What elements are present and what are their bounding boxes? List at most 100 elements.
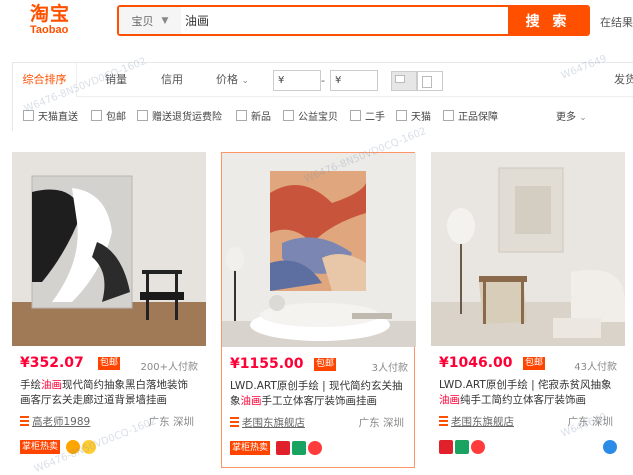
checkbox[interactable] [236,110,247,121]
sort-price-label: 价格 [216,73,238,86]
filter-genuine[interactable]: 正品保障 [443,108,498,123]
search-scope-label: 宝贝 [131,14,154,28]
product-image[interactable] [222,153,416,347]
title-keyword: 油画 [41,379,62,391]
price-line: ¥1155.00 包邮 3人付款 [230,356,410,374]
sort-row: 综合排序 销量 信用 价格 ⌄ ¥ - ¥ 发货 [13,63,633,97]
shop-location: 广东 深圳 [148,416,194,428]
product-card[interactable]: ¥352.07 包邮 200+人付款 手绘油画现代简约抽象黑白落地装饰画客厅玄关… [12,152,206,468]
price-max-input[interactable]: ¥ [330,70,378,91]
shop-location: 广东 深圳 [358,417,404,429]
checkbox[interactable] [283,110,294,121]
shop-name-link[interactable]: 老围东旗舰店 [242,415,305,430]
filter-label: 赠送退货运费险 [152,112,222,123]
customer-service-icon[interactable] [603,440,617,454]
filter-tmall-direct[interactable]: 天猫直送 [23,108,78,123]
sort-price-tab[interactable]: 价格 ⌄ [216,63,249,97]
artwork-room-image [12,152,206,346]
paid-count: 200+人付款 [140,362,198,373]
sort-comprehensive-tab[interactable]: 综合排序 [13,63,77,97]
product-price: ¥1046.00 [439,355,513,371]
filter-label: 天猫 [411,112,431,123]
free-shipping-badge: 包邮 [523,357,546,370]
grid-view-icon[interactable] [391,71,417,91]
price-min-input[interactable]: ¥ [273,70,321,91]
logo-text-cn: 淘宝 [30,3,71,25]
more-filters-button[interactable]: 更多 ⌄ [556,108,587,123]
price-line: ¥1046.00 包邮 43人付款 [439,355,619,373]
filter-row: 天猫直送 包邮 赠送退货运费险 新品 公益宝贝 二手 天猫 正品保障 更多 ⌄ [13,97,633,132]
product-title-link[interactable]: 手绘油画现代简约抽象黑白落地装饰画客厅玄关走廊过道背景墙挂画 [20,378,198,408]
badge-line: 掌柜热卖 [20,440,198,456]
hot-seller-badge: 掌柜热卖 [20,440,61,454]
filter-new[interactable]: 新品 [236,108,271,123]
gold-seller-icon [66,440,80,454]
hot-seller-badge: 掌柜热卖 [230,441,271,455]
search-scope-select[interactable]: 宝贝 ▼ [119,7,181,34]
list-view-icon[interactable] [417,71,443,91]
free-shipping-badge: 包邮 [314,358,337,371]
sort-filter-panel: 综合排序 销量 信用 价格 ⌄ ¥ - ¥ 发货 天猫直送 包邮 赠送退货运费险… [12,62,633,132]
free-shipping-badge: 包邮 [98,357,121,370]
chevron-down-icon: ▼ [161,15,169,26]
shop-name-link[interactable]: 老围东旗舰店 [451,414,514,429]
title-text: 手工立体客厅装饰画挂画 [261,395,378,407]
search-input[interactable] [185,7,505,34]
guarantee-icon [455,440,469,454]
shop-icon [439,416,448,426]
product-image[interactable] [431,152,625,346]
search-in-results-button[interactable]: 在结果 [600,14,633,30]
title-keyword: 油画 [240,395,262,407]
tmall-icon [439,440,453,454]
filter-charity[interactable]: 公益宝贝 [283,108,338,123]
header: 淘宝 Taobao 宝贝 ▼ 搜 索 在结果 [0,0,633,44]
filter-return-insurance[interactable]: 赠送退货运费险 [137,108,222,123]
shop-line: 高老师1989 广东 深圳 [20,414,198,428]
product-price: ¥1155.00 [230,356,304,372]
filter-tmall[interactable]: 天猫 [396,108,431,123]
artwork-room-image [431,152,625,346]
view-mode-toggle [391,71,443,91]
shop-location: 广东 深圳 [567,416,613,428]
filter-label: 二手 [365,112,385,123]
shop-line: 老围东旗舰店 广东 深圳 [439,414,617,428]
checkbox[interactable] [137,110,148,121]
logo-text-en: Taobao [30,24,69,36]
tmall-icon [276,441,290,455]
shop-name-link[interactable]: 高老师1989 [32,414,90,429]
badge-line [439,440,617,456]
more-label: 更多 [556,112,576,123]
price-line: ¥352.07 包邮 200+人付款 [20,355,200,373]
product-price: ¥352.07 [20,355,84,371]
product-title-link[interactable]: LWD.ART原创手绘 | 侘寂赤贫风抽象油画纯手工简约立体客厅装饰画 [439,378,617,408]
filter-free-shipping[interactable]: 包邮 [91,108,126,123]
product-image[interactable] [12,152,206,346]
filter-label: 新品 [251,112,271,123]
sort-credit-tab[interactable]: 信用 [161,63,183,97]
checkbox[interactable] [91,110,102,121]
product-card[interactable]: ¥1046.00 包邮 43人付款 LWD.ART原创手绘 | 侘寂赤贫风抽象油… [431,152,625,468]
artwork-room-image [222,153,416,347]
title-text: 手绘 [20,379,41,391]
chevron-down-icon: ⌄ [241,76,250,86]
filter-label: 正品保障 [458,112,498,123]
taobao-logo[interactable]: 淘宝 Taobao [30,4,82,40]
crown-icon [82,440,96,454]
search-button[interactable]: 搜 索 [508,7,588,34]
product-title-link[interactable]: LWD.ART原创手绘 | 现代简约玄关抽象油画手工立体客厅装饰画挂画 [230,379,408,409]
checkbox[interactable] [350,110,361,121]
ship-from-select[interactable]: 发货 [614,63,633,97]
flower-icon [308,441,322,455]
paid-count: 3人付款 [371,363,408,374]
product-card[interactable]: ¥1155.00 包邮 3人付款 LWD.ART原创手绘 | 现代简约玄关抽象油… [221,152,416,468]
filter-second-hand[interactable]: 二手 [350,108,385,123]
shop-icon [230,417,239,427]
checkbox[interactable] [396,110,407,121]
checkbox[interactable] [443,110,454,121]
shop-line: 老围东旗舰店 广东 深圳 [230,415,408,429]
checkbox[interactable] [23,110,34,121]
badge-line: 掌柜热卖 [230,441,408,457]
sort-sales-tab[interactable]: 销量 [105,63,127,97]
filter-label: 包邮 [106,112,126,123]
title-text: 纯手工简约立体客厅装饰画 [460,394,586,406]
